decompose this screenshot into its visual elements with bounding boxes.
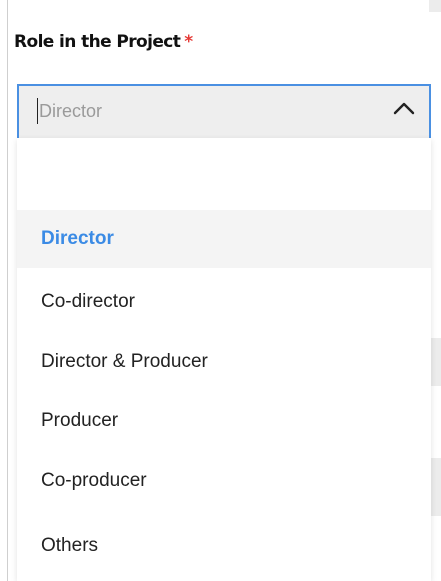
required-asterisk: * (184, 32, 193, 52)
option-others[interactable]: Others (17, 517, 431, 575)
role-selector-panel: Role in the Project * Director Director C… (0, 0, 441, 581)
panel-left-border (7, 0, 8, 581)
option-director[interactable]: Director (17, 210, 431, 268)
field-label-text: Role in the Project (14, 32, 181, 52)
option-director-producer[interactable]: Director & Producer (17, 333, 431, 391)
option-co-producer[interactable]: Co-producer (17, 452, 431, 510)
chevron-up-icon[interactable] (393, 100, 415, 116)
field-label: Role in the Project * (14, 32, 193, 52)
role-select[interactable]: Director (17, 84, 431, 138)
background-strip (429, 0, 441, 12)
option-co-director[interactable]: Co-director (17, 273, 431, 331)
role-dropdown-menu: Director Co-director Director & Producer… (17, 138, 431, 581)
option-producer[interactable]: Producer (17, 392, 431, 450)
role-select-input[interactable]: Director (37, 98, 102, 124)
